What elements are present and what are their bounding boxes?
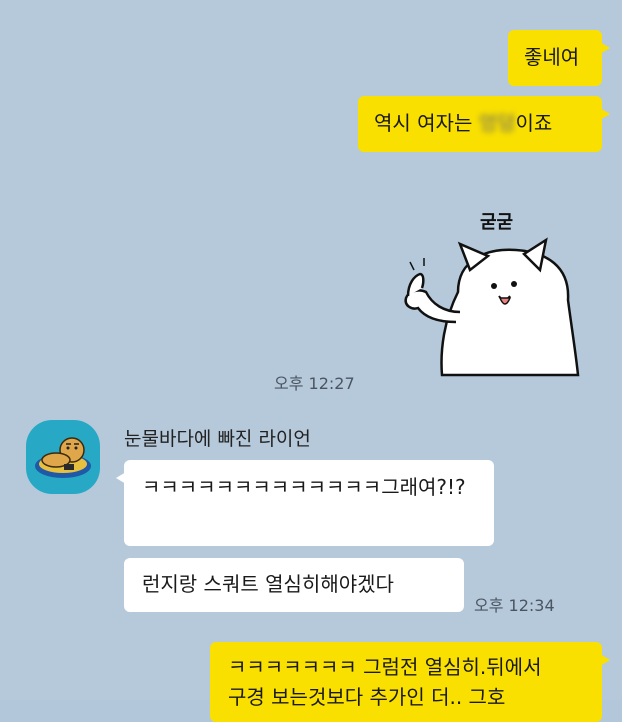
sender-name: 눈물바다에 빠진 라이언	[124, 428, 311, 450]
message-text: 이죠	[515, 111, 553, 135]
their-message-bubble[interactable]: 런지랑 스쿼트 열심히해야겠다	[124, 558, 464, 612]
their-message-bubble[interactable]: ㅋㅋㅋㅋㅋㅋㅋㅋㅋㅋㅋㅋㅋ그래여?!?	[116, 460, 494, 546]
blurred-text: 엉덩	[478, 111, 516, 135]
message-text: 역시 여자는	[374, 111, 479, 135]
message-text: ㅋㅋㅋㅋㅋㅋㅋㅋㅋㅋㅋㅋㅋ그래여?!?	[142, 475, 466, 499]
my-message-bubble[interactable]: ㅋㅋㅋㅋㅋㅋㅋ 그럼전 열심히.뒤에서 구경 보는것보다 추가인 더.. 그호	[210, 642, 610, 722]
message-timestamp: 오후 12:34	[474, 596, 555, 615]
message-text: 런지랑 스쿼트 열심히해야겠다	[142, 572, 394, 596]
chat-area: 좋네여 역시 여자는 엉덩이죠 굳굳 오후 12:27 눈물바다에 빠진 라이언…	[0, 0, 622, 722]
my-message-bubble[interactable]: 역시 여자는 엉덩이죠	[358, 96, 610, 152]
ryan-floating-icon	[35, 437, 91, 478]
cat-thumbs-up-sticker[interactable]: 굳굳	[396, 200, 596, 380]
my-message-bubble[interactable]: 좋네여	[508, 30, 610, 86]
message-text-line: ㅋㅋㅋㅋㅋㅋㅋ 그럼전 열심히.뒤에서	[228, 655, 542, 679]
message-timestamp: 오후 12:27	[274, 374, 355, 393]
avatar[interactable]	[26, 420, 100, 494]
message-text: 좋네여	[524, 45, 580, 69]
message-text-line: 구경 보는것보다 추가인 더.. 그호	[228, 685, 506, 709]
sticker-caption: 굳굳	[480, 212, 514, 233]
